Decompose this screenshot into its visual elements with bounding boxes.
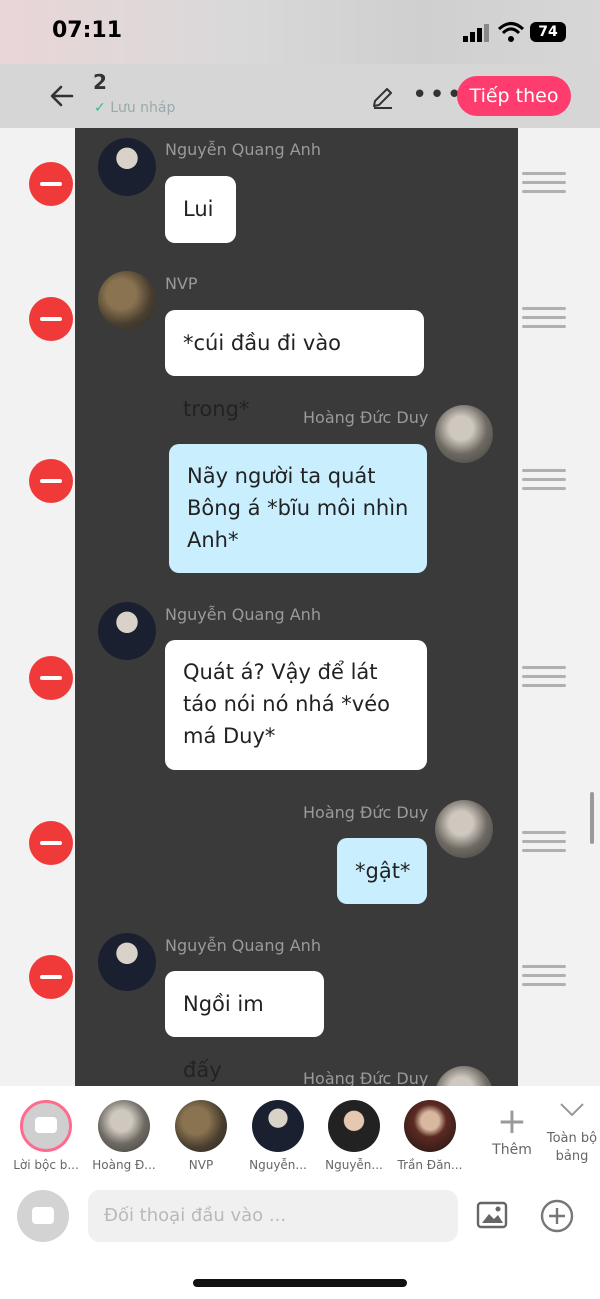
status-bar: 07:11 74 (0, 0, 600, 64)
message-bubble[interactable]: *cúi đầu đi vào trong* (165, 310, 424, 421)
character-label: Hoàng Đ... (92, 1158, 156, 1172)
add-character-button[interactable]: + Thêm (476, 1094, 548, 1159)
message-bubble[interactable]: Lui (165, 176, 236, 243)
avatar (252, 1100, 304, 1152)
character-label: NVP (188, 1158, 214, 1172)
drag-handle-icon[interactable] (522, 469, 566, 493)
character-option[interactable]: NVP (163, 1094, 239, 1172)
message-author: Hoàng Đức Duy (303, 803, 429, 822)
check-icon: ✓ (94, 100, 106, 116)
delete-message-button[interactable] (29, 297, 73, 341)
next-button[interactable]: Tiếp theo (457, 76, 571, 116)
avatar (435, 1066, 493, 1086)
avatar (98, 271, 156, 329)
avatar (98, 138, 156, 196)
image-icon[interactable] (476, 1200, 508, 1230)
message-author: Hoàng Đức Duy (303, 1069, 429, 1086)
drag-handle-icon[interactable] (522, 666, 566, 690)
narration-icon (20, 1100, 72, 1152)
avatar (328, 1100, 380, 1152)
character-option[interactable]: Nguyễn... (316, 1094, 392, 1172)
message-bubble[interactable]: *gật* (337, 838, 427, 904)
character-label: Nguyễn... (325, 1158, 383, 1172)
drag-handle-icon[interactable] (522, 831, 566, 855)
avatar (175, 1100, 227, 1152)
avatar (98, 933, 156, 991)
character-label: Nguyễn... (249, 1158, 307, 1172)
delete-message-button[interactable] (29, 955, 73, 999)
plus-icon: + (496, 1101, 528, 1142)
drag-handle-icon[interactable] (522, 172, 566, 196)
avatar (98, 1100, 150, 1152)
avatar (435, 800, 493, 858)
wifi-icon (497, 22, 525, 42)
scrollbar[interactable] (590, 792, 594, 844)
message-author: Nguyễn Quang Anh (165, 605, 321, 624)
status-time: 07:11 (52, 18, 123, 43)
message-author: Hoàng Đức Duy (303, 408, 429, 427)
chat-feed: Nguyễn Quang Anh Lui NVP *cúi đầu đi vào… (75, 128, 518, 1086)
all-label: Toàn bộ bảng (546, 1131, 598, 1164)
saved-status: ✓ Lưu nháp (94, 100, 176, 116)
avatar (98, 602, 156, 660)
message-icon (32, 1207, 54, 1224)
character-option[interactable]: Trần Đăn... (392, 1094, 468, 1172)
narration-toggle-button[interactable] (17, 1190, 69, 1242)
show-all-button[interactable]: Toàn bộ bảng (544, 1094, 600, 1166)
character-option[interactable]: Hoàng Đ... (86, 1094, 162, 1172)
back-arrow-icon[interactable] (48, 82, 76, 110)
drag-handle-icon[interactable] (522, 307, 566, 331)
message-bubble[interactable]: Ngồi im đấy (165, 971, 324, 1082)
home-indicator (193, 1279, 407, 1287)
avatar (435, 405, 493, 463)
message-author: Nguyễn Quang Anh (165, 140, 321, 159)
add-circle-icon[interactable] (539, 1198, 575, 1234)
character-label: Trần Đăn... (397, 1158, 463, 1172)
character-label: Lời bộc b... (13, 1158, 79, 1172)
character-picker: Lời bộc b... Hoàng Đ... NVP Nguyễn... Ng… (0, 1086, 600, 1181)
message-bubble[interactable]: Quát á? Vậy để lát táo nói nó nhá *véo m… (165, 640, 427, 770)
message-author: NVP (165, 274, 198, 293)
battery-indicator: 74 (530, 22, 566, 42)
delete-message-button[interactable] (29, 162, 73, 206)
pencil-icon[interactable] (370, 84, 396, 110)
character-narration[interactable]: Lời bộc b... (8, 1094, 84, 1172)
delete-message-button[interactable] (29, 656, 73, 700)
delete-message-button[interactable] (29, 821, 73, 865)
more-label: Thêm (492, 1142, 532, 1158)
dialogue-input[interactable]: Đối thoại đầu vào ... (88, 1190, 458, 1242)
delete-message-button[interactable] (29, 459, 73, 503)
signal-icon (463, 24, 489, 42)
message-author: Nguyễn Quang Anh (165, 936, 321, 955)
scene-count: 2 (93, 70, 107, 94)
message-bubble[interactable]: Nãy người ta quát Bông á *bĩu môi nhìn A… (169, 444, 427, 573)
chevron-down-icon (544, 1100, 600, 1130)
drag-handle-icon[interactable] (522, 965, 566, 989)
character-option[interactable]: Nguyễn... (240, 1094, 316, 1172)
avatar (404, 1100, 456, 1152)
